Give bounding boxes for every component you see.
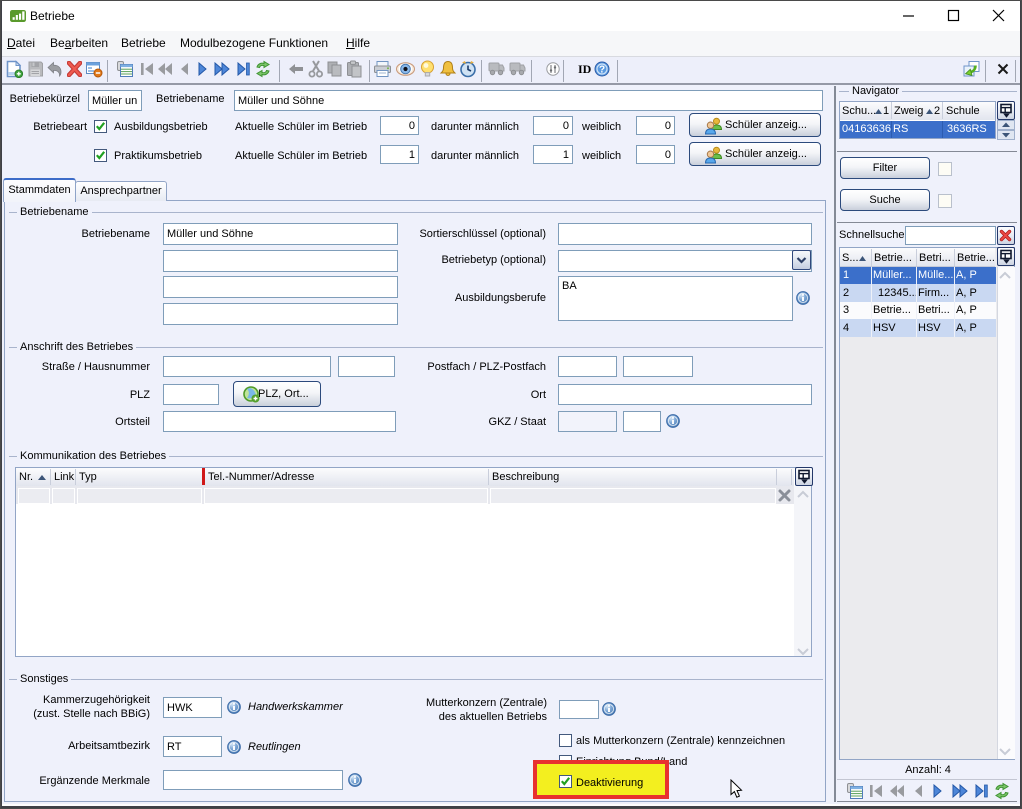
svg-text:?: ? — [599, 65, 605, 76]
